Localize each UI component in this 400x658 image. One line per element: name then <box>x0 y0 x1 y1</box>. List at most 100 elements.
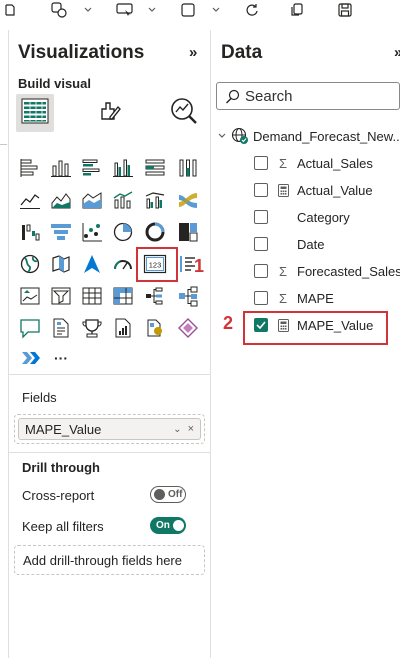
kpi-icon[interactable] <box>18 284 42 308</box>
chevron-down-icon[interactable] <box>212 1 220 19</box>
field-item[interactable]: Σ MAPE <box>254 288 334 308</box>
top-toolbar <box>0 0 400 22</box>
field-item[interactable]: Σ Actual_Sales <box>254 153 373 173</box>
field-item[interactable]: Date <box>254 234 324 254</box>
line-and-clustered-column-icon[interactable] <box>143 188 167 212</box>
shapes-icon[interactable] <box>50 1 68 19</box>
visual-gallery-icon[interactable] <box>180 1 196 19</box>
area-chart-icon[interactable] <box>49 188 73 212</box>
pie-chart-icon[interactable] <box>111 220 135 244</box>
build-visual-label: Build visual <box>18 76 91 91</box>
field-item[interactable]: Σ Forecasted_Sales <box>254 261 400 281</box>
line-chart-icon[interactable] <box>18 188 42 212</box>
chevron-down-icon[interactable]: ⌄ <box>173 424 181 435</box>
100-stacked-column-chart-icon[interactable] <box>176 156 200 180</box>
line-and-stacked-column-icon[interactable] <box>111 188 135 212</box>
collapse-visualizations-button[interactable]: » <box>189 44 197 61</box>
analytics-tab[interactable] <box>165 94 203 132</box>
field-pill[interactable]: MAPE_Value ⌄ × <box>18 418 201 440</box>
field-item[interactable]: Actual_Value <box>254 180 373 200</box>
map-icon[interactable] <box>18 252 42 276</box>
annotation-box-1 <box>136 247 178 282</box>
power-apps-icon[interactable] <box>143 316 167 340</box>
data-pane: Data » Demand_Forecast_New... Σ Actual_Sa… <box>212 30 400 658</box>
stacked-area-chart-icon[interactable] <box>80 188 104 212</box>
table-row-demand-forecast[interactable]: Demand_Forecast_New... <box>218 126 400 146</box>
azure-map-icon[interactable] <box>80 252 104 276</box>
chevron-down-icon[interactable] <box>148 1 156 19</box>
table-name: Demand_Forecast_New... <box>253 128 400 144</box>
remove-field-icon[interactable]: × <box>188 423 194 435</box>
copy-icon[interactable] <box>290 1 304 19</box>
search-box[interactable] <box>216 82 400 110</box>
scatter-chart-icon[interactable] <box>80 220 104 244</box>
more-options-icon[interactable]: ··· <box>49 346 73 370</box>
annotation-number-2: 2 <box>223 313 234 333</box>
buttons-icon[interactable] <box>116 1 134 19</box>
search-input[interactable] <box>245 87 385 105</box>
gauge-icon[interactable] <box>111 252 135 276</box>
ribbon-chart-icon[interactable] <box>176 188 200 212</box>
cross-report-toggle-label: Off <box>168 489 183 500</box>
waterfall-chart-icon[interactable] <box>18 220 42 244</box>
search-icon <box>225 89 240 104</box>
visualizations-pane: Visualizations » Build visual 123 ··· 1 … <box>8 30 211 658</box>
keep-all-filters-toggle[interactable]: On <box>150 517 186 534</box>
field-item[interactable]: Category <box>254 207 350 227</box>
collapse-data-button[interactable]: » <box>394 44 400 61</box>
drill-through-label: Drill through <box>22 460 100 475</box>
field-name: MAPE <box>297 290 334 306</box>
table-icon[interactable] <box>80 284 104 308</box>
field-checkbox[interactable] <box>254 237 268 251</box>
100-stacked-bar-chart-icon[interactable] <box>143 156 167 180</box>
analytics-icon <box>169 96 199 131</box>
toggle-knob <box>154 489 165 500</box>
get-more-visuals-icon[interactable] <box>18 346 42 370</box>
cross-report-toggle[interactable]: Off <box>150 486 186 503</box>
field-checkbox[interactable] <box>254 291 268 305</box>
field-checkbox[interactable] <box>254 210 268 224</box>
q-and-a-icon[interactable] <box>80 316 104 340</box>
metrics-icon[interactable] <box>111 316 135 340</box>
fields-well[interactable]: MAPE_Value ⌄ × <box>14 414 205 444</box>
format-visual-icon <box>96 97 124 130</box>
funnel-chart-icon[interactable] <box>49 220 73 244</box>
matrix-icon[interactable] <box>111 284 135 308</box>
build-visual-tab[interactable] <box>16 94 54 132</box>
annotation-number-1: 1 <box>194 256 205 276</box>
fields-label: Fields <box>22 390 57 405</box>
field-name: Forecasted_Sales <box>297 263 400 279</box>
field-checkbox[interactable] <box>254 264 268 278</box>
sigma-icon: Σ <box>278 290 288 306</box>
field-checkbox[interactable] <box>254 183 268 197</box>
chevron-down-icon[interactable] <box>84 1 92 19</box>
drill-through-divider <box>9 452 210 453</box>
clustered-column-chart-icon[interactable] <box>111 156 135 180</box>
slicer-icon[interactable] <box>49 284 73 308</box>
decomposition-tree-icon[interactable] <box>143 284 167 308</box>
sigma-icon: Σ <box>278 263 288 279</box>
sigma-icon: Σ <box>278 155 288 171</box>
power-automate-icon[interactable] <box>176 316 200 340</box>
chevron-down-icon[interactable] <box>218 131 231 142</box>
toolbar-icon-1[interactable] <box>4 1 16 19</box>
filled-map-icon[interactable] <box>49 252 73 276</box>
format-visual-tab[interactable] <box>91 94 129 132</box>
refresh-icon[interactable] <box>245 1 259 19</box>
field-checkbox[interactable] <box>254 156 268 170</box>
treemap-icon[interactable] <box>176 220 200 244</box>
donut-chart-icon[interactable] <box>143 220 167 244</box>
clustered-bar-chart-icon[interactable] <box>80 156 104 180</box>
stacked-column-chart-icon[interactable] <box>49 156 73 180</box>
report-canvas-edge <box>0 22 8 658</box>
annotation-box-2 <box>243 311 388 345</box>
save-icon[interactable] <box>338 1 352 19</box>
stacked-bar-chart-icon[interactable] <box>18 156 42 180</box>
paginated-report-icon[interactable] <box>49 316 73 340</box>
drill-through-well[interactable]: Add drill-through fields here <box>14 545 205 575</box>
smart-narrative-icon[interactable] <box>18 316 42 340</box>
key-influencers-icon[interactable] <box>176 284 200 308</box>
field-pill-label: MAPE_Value <box>25 421 102 437</box>
cross-report-label: Cross-report <box>22 488 95 503</box>
field-name: Category <box>297 209 350 225</box>
